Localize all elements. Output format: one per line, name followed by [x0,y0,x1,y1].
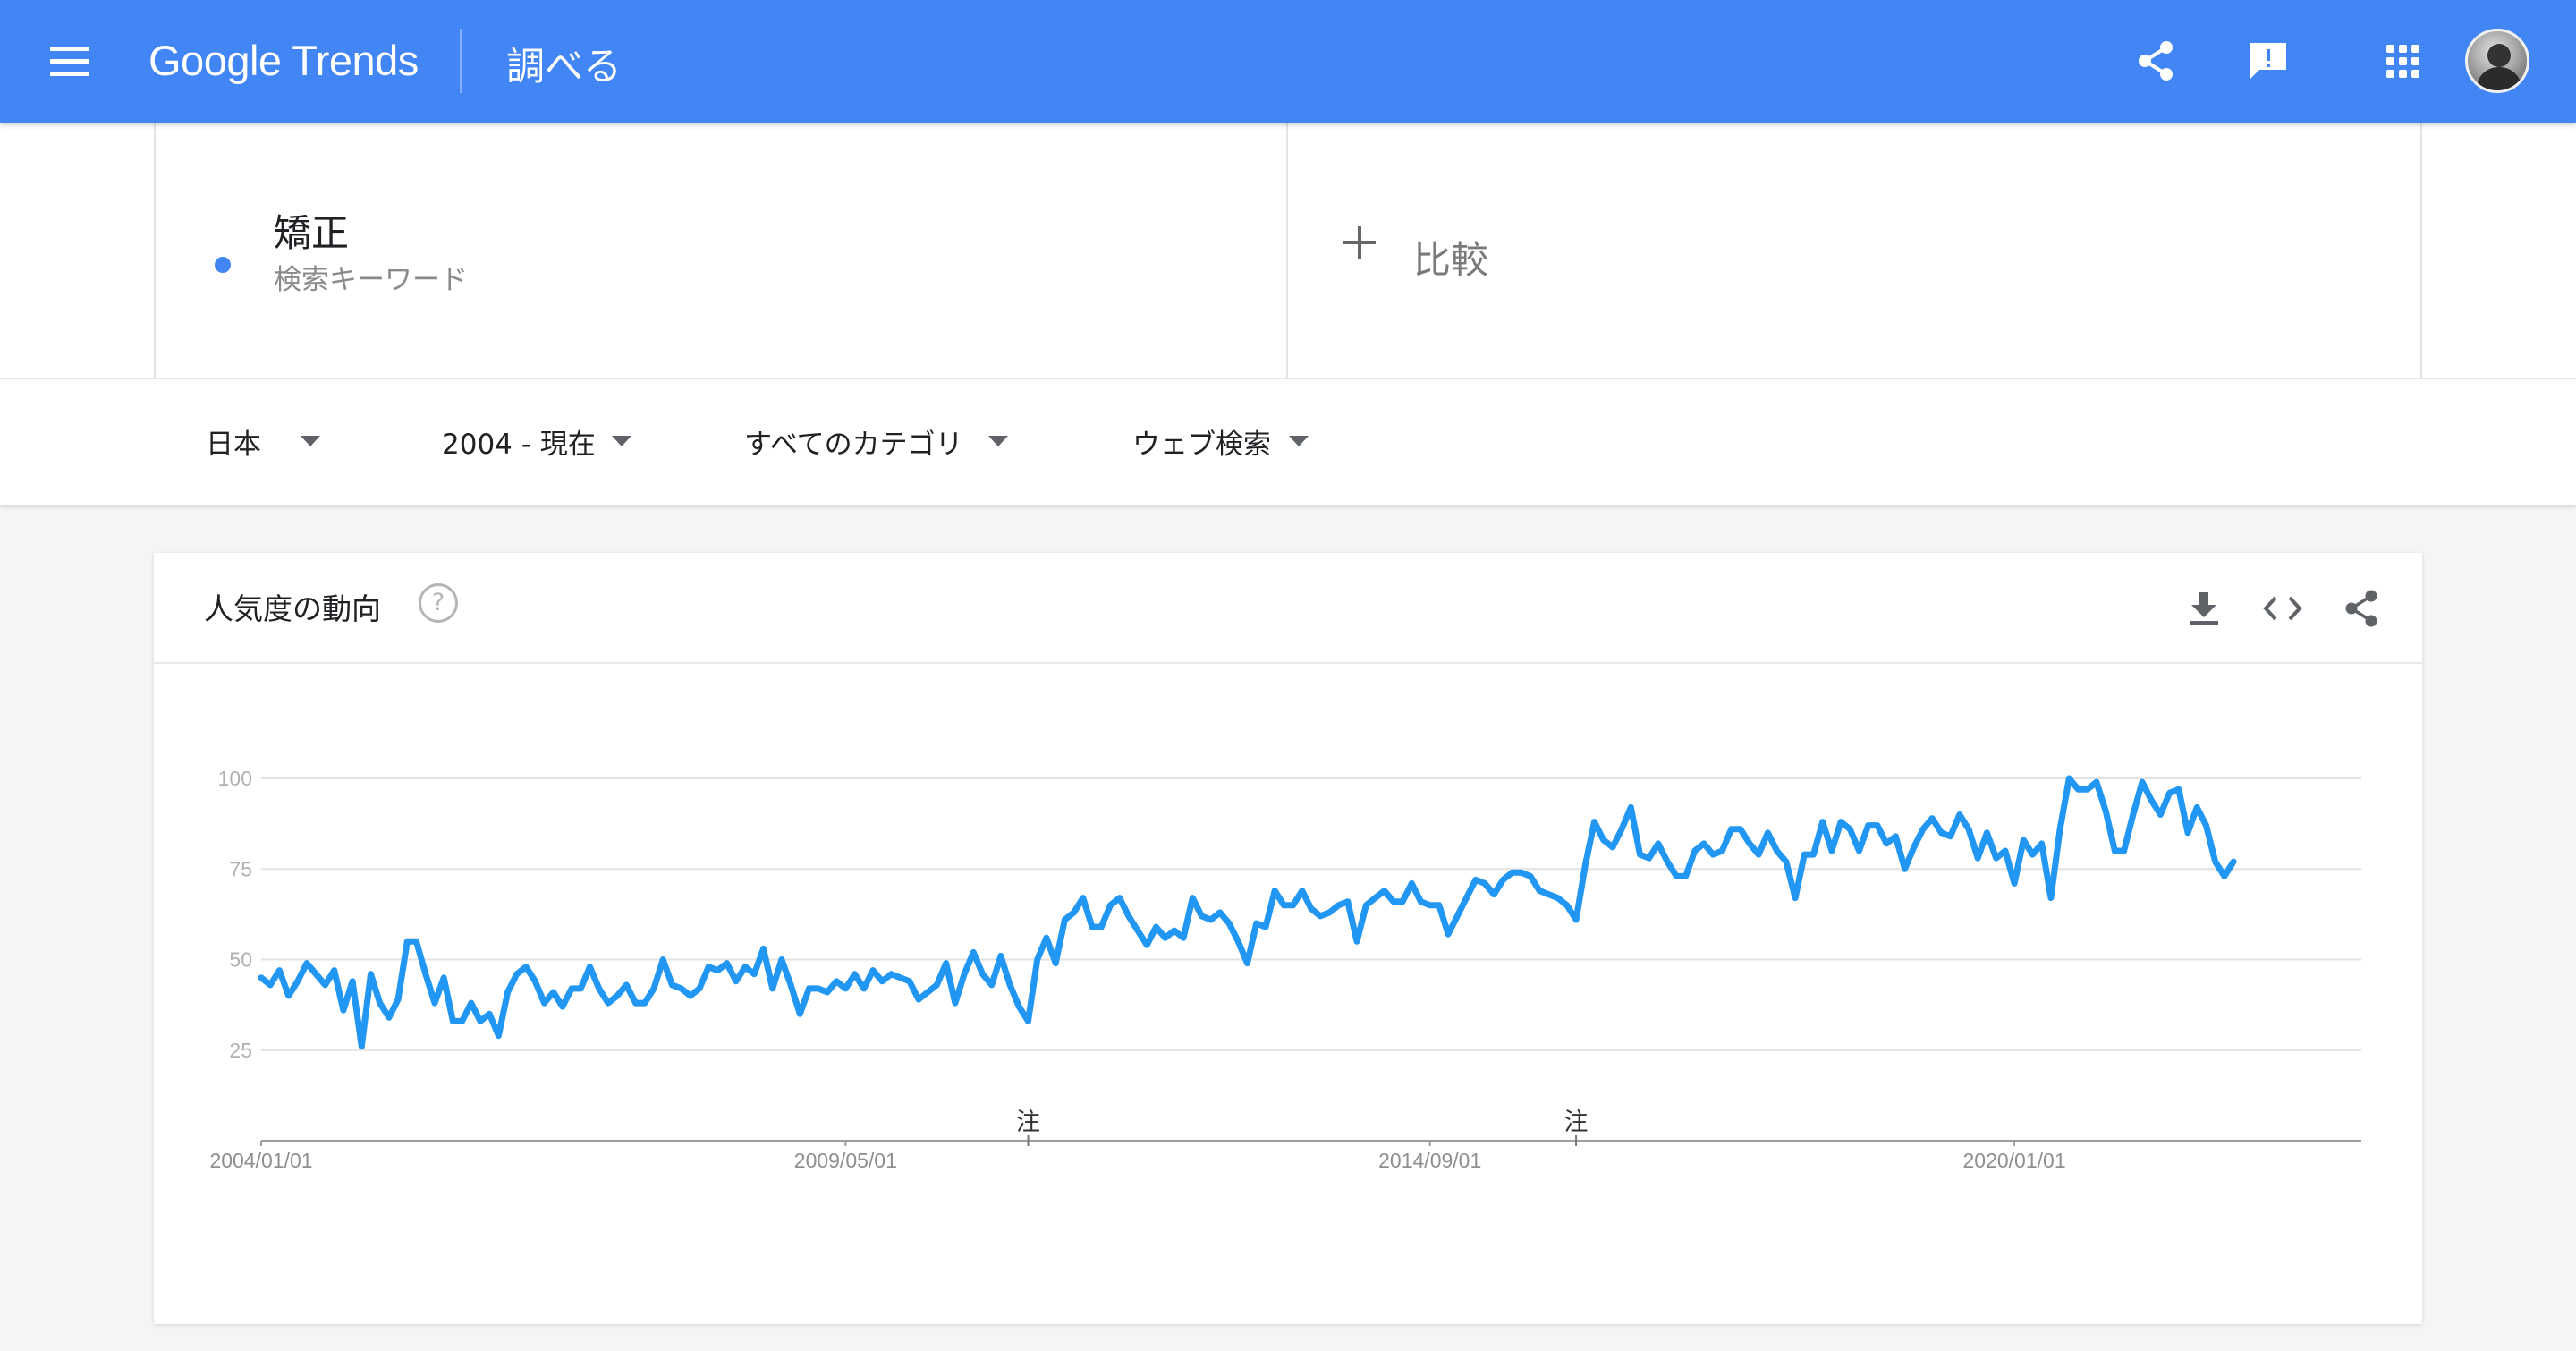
x-tick-label: 2004/01/01 [209,1149,312,1172]
apps-icon[interactable] [2374,32,2431,89]
search-type-value: ウェブ検索 [1132,428,1271,461]
term-type: 検索キーワード [274,264,468,296]
chevron-down-icon [987,436,1008,446]
menu-icon[interactable] [50,45,89,77]
header-divider [460,29,462,93]
term-name: 矯正 [274,211,350,255]
card-title: 人気度の動向 [204,591,381,626]
region-value: 日本 [206,428,261,461]
share-icon[interactable] [2336,583,2386,633]
series-line[interactable] [258,775,2237,1050]
interest-over-time-card: 人気度の動向 ? 100 75 50 25 2004/01/01 2009/05/01 20… [154,553,2422,1324]
share-icon[interactable] [2127,32,2184,89]
annotation-note[interactable]: 注 [1564,1109,1589,1136]
feedback-icon[interactable] [2240,32,2297,89]
help-icon[interactable]: ? [419,583,458,623]
y-tick-label: 75 [229,857,252,880]
account-avatar[interactable] [2465,29,2529,93]
card-header: 人気度の動向 ? [154,553,2422,664]
x-tick-label: 2020/01/01 [1963,1149,2066,1172]
period-dropdown[interactable]: 2004 - 現在 [442,421,631,462]
chevron-down-icon [611,436,631,446]
plus-icon [1343,226,1376,259]
y-tick-label: 100 [218,767,252,790]
category-dropdown[interactable]: すべてのカテゴリ [744,421,1008,462]
top-app-bar: Google Trends 調べる [0,0,2576,123]
y-tick-label: 25 [229,1039,252,1062]
chevron-down-icon [1289,436,1309,446]
region-dropdown[interactable]: 日本 [206,421,320,462]
page-title: 調べる [506,45,622,89]
chevron-down-icon [301,436,320,446]
category-value: すべてのカテゴリ [744,428,963,461]
annotation-note[interactable]: 注 [1016,1109,1040,1136]
embed-icon[interactable] [2258,583,2308,633]
compare-button[interactable]: 比較 [1288,123,2422,378]
search-term-card[interactable]: 矯正 検索キーワード [154,123,1288,378]
x-tick-label: 2009/05/01 [794,1149,897,1172]
x-tick-label: 2014/09/01 [1378,1149,1481,1172]
download-icon[interactable] [2179,583,2229,633]
search-type-dropdown[interactable]: ウェブ検索 [1132,421,1309,462]
google-trends-logo[interactable]: Google Trends [148,36,419,85]
filter-bar: 日本 2004 - 現在 すべてのカテゴリ ウェブ検索 [0,378,2576,505]
line-chart[interactable]: 100 75 50 25 2004/01/01 2009/05/01 2014/09/01 2… [154,666,2422,1324]
term-color-dot [215,257,231,273]
compare-label: 比較 [1413,238,1489,282]
y-tick-label: 50 [229,948,252,972]
search-term-bar: 矯正 検索キーワード 比較 [0,123,2576,378]
period-value: 2004 - 現在 [442,428,596,461]
